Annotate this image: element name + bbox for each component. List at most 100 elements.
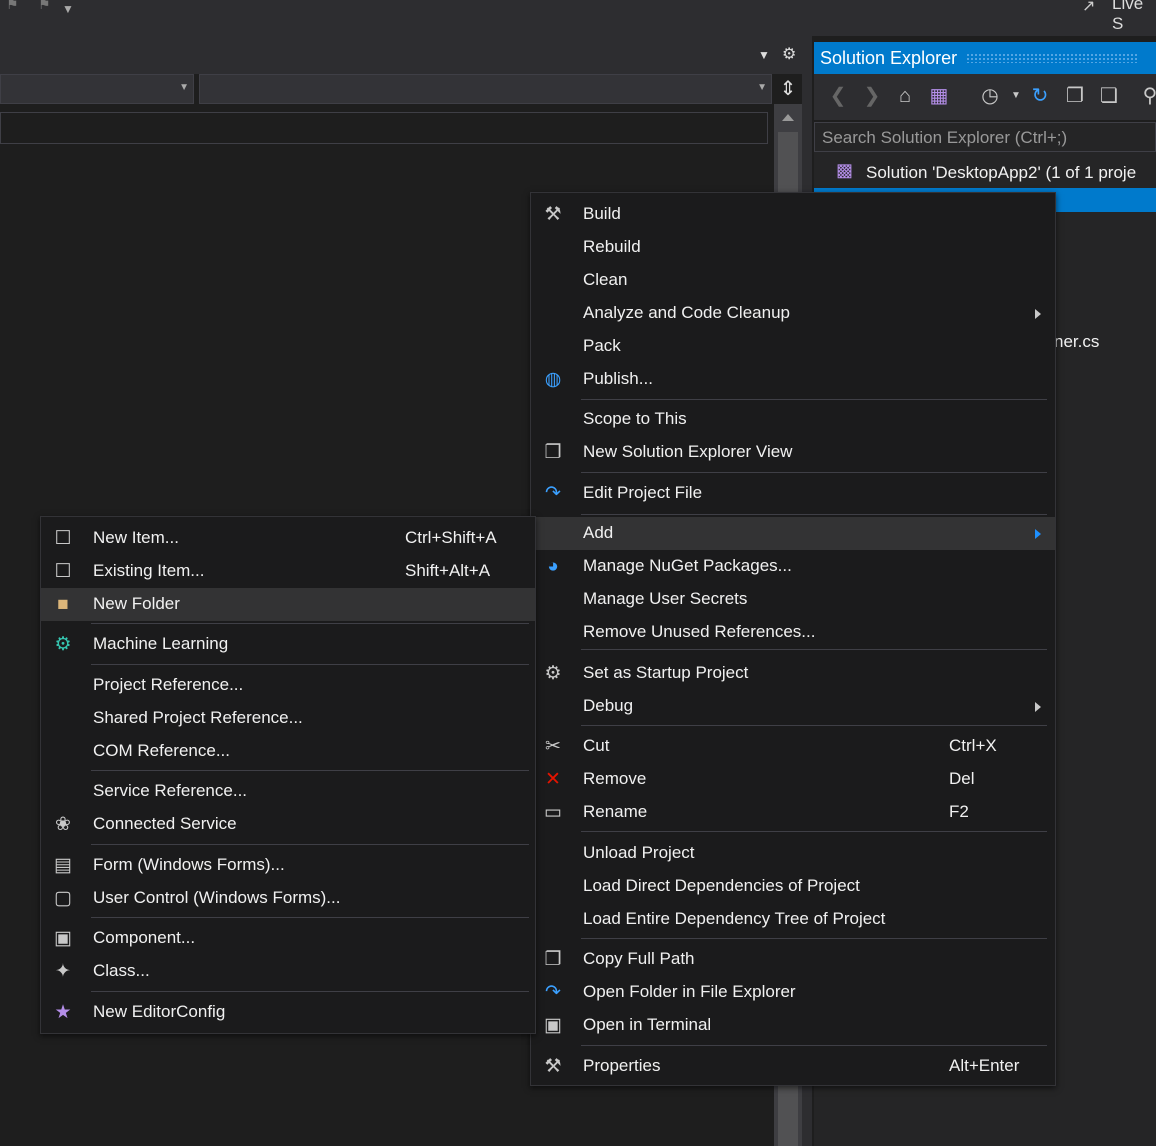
menu-item-label: Remove Unused References... (583, 622, 816, 641)
split-icon[interactable]: ⇕ (775, 76, 801, 104)
menu-item-new-solution-explorer-view[interactable]: ❐ New Solution Explorer View (531, 436, 1055, 469)
menu-item-pack[interactable]: Pack (531, 330, 1055, 363)
menu-item-manage-nuget-packages[interactable]: ◕ Manage NuGet Packages... (531, 550, 1055, 583)
back-icon[interactable]: ❮ (826, 84, 850, 108)
switch-views-icon[interactable]: ▦ (927, 84, 951, 108)
menu-item-com-reference[interactable]: COM Reference... (41, 735, 535, 768)
menu-item-component[interactable]: ▣ Component... (41, 922, 535, 955)
menu-item-machine-learning[interactable]: ⚙ Machine Learning (41, 628, 535, 661)
tree-file-label[interactable]: ner.cs (1054, 332, 1099, 352)
dropdown-icon[interactable]: ▼ (62, 2, 74, 16)
menu-item-rebuild[interactable]: Rebuild (531, 231, 1055, 264)
menu-item-new-editorconfig[interactable]: ★ New EditorConfig (41, 996, 535, 1029)
nuget-icon: ◕ (547, 556, 559, 577)
solution-explorer-title: Solution Explorer (820, 48, 958, 68)
menu-separator (91, 917, 529, 918)
solution-explorer-titlebar[interactable]: Solution Explorer (814, 42, 1156, 74)
shortcut-label: Ctrl+Shift+A (405, 528, 497, 547)
menu-item-form-windows-forms[interactable]: ▤ Form (Windows Forms)... (41, 849, 535, 882)
menu-item-label: Connected Service (93, 814, 237, 833)
gear-icon[interactable]: ⚙ (782, 44, 796, 64)
red-x-icon: ✕ (545, 769, 561, 790)
menu-item-user-control-windows-forms[interactable]: ▢ User Control (Windows Forms)... (41, 882, 535, 915)
menu-separator (581, 472, 1047, 473)
menu-separator (581, 1045, 1047, 1046)
bookmark-icon[interactable]: ⚑ (38, 0, 51, 13)
forward-icon[interactable]: ❯ (860, 84, 884, 108)
menu-item-properties[interactable]: ⚒ Properties Alt+Enter (531, 1050, 1055, 1083)
properties-wrench-icon[interactable]: ⚲ (1138, 84, 1156, 108)
menu-separator (91, 991, 529, 992)
connected-service-icon: ❀ (55, 814, 71, 835)
collapse-all-icon[interactable]: ❐ (1063, 84, 1087, 108)
menu-item-connected-service[interactable]: ❀ Connected Service (41, 808, 535, 841)
menu-item-label: New Solution Explorer View (583, 442, 793, 461)
menu-item-label: Existing Item... (93, 561, 205, 580)
menu-item-rename[interactable]: ▭ Rename F2 (531, 796, 1055, 829)
menu-item-label: Build (583, 204, 621, 223)
new-folder-icon: ■ (57, 594, 69, 615)
menu-item-label: Publish... (583, 369, 653, 388)
new-item-icon: ☐ (54, 528, 72, 549)
chevron-down-icon[interactable]: ▼ (1004, 84, 1028, 108)
menu-item-clean[interactable]: Clean (531, 264, 1055, 297)
add-submenu: ☐ New Item... Ctrl+Shift+A ☐ Existing Item..… (40, 516, 536, 1034)
menu-separator (581, 938, 1047, 939)
submenu-arrow-icon (1035, 702, 1041, 712)
menu-item-debug[interactable]: Debug (531, 690, 1055, 723)
menu-separator (581, 649, 1047, 650)
menu-item-copy-full-path[interactable]: ❐ Copy Full Path (531, 943, 1055, 976)
menu-item-service-reference[interactable]: Service Reference... (41, 775, 535, 808)
menu-item-load-direct-dependencies-of-project[interactable]: Load Direct Dependencies of Project (531, 870, 1055, 903)
menu-item-shared-project-reference[interactable]: Shared Project Reference... (41, 702, 535, 735)
type-dropdown[interactable]: ▼ (0, 74, 194, 104)
menu-separator (91, 844, 529, 845)
menu-item-load-entire-dependency-tree-of-project[interactable]: Load Entire Dependency Tree of Project (531, 903, 1055, 936)
tree-row-solution[interactable]: ▩ Solution 'DesktopApp2' (1 of 1 proje (814, 158, 1156, 188)
scroll-up-icon[interactable] (782, 114, 794, 121)
pending-changes-icon[interactable]: ◷ (978, 84, 1002, 108)
menu-item-set-as-startup-project[interactable]: ⚙ Set as Startup Project (531, 657, 1055, 690)
menu-item-add[interactable]: Add (531, 517, 1055, 550)
menu-item-new-folder[interactable]: ■ New Folder (41, 588, 535, 621)
home-icon[interactable]: ⌂ (893, 84, 917, 108)
menu-item-build[interactable]: ⚒ Build (531, 198, 1055, 231)
menu-item-label: Clean (583, 270, 628, 289)
solution-explorer-search[interactable]: Search Solution Explorer (Ctrl+;) (814, 122, 1156, 152)
show-all-files-icon[interactable]: ❏ (1097, 84, 1121, 108)
menu-item-label: Open in Terminal (583, 1015, 712, 1034)
menu-item-label: Debug (583, 696, 634, 715)
menu-item-label: User Control (Windows Forms)... (93, 888, 341, 907)
copy-icon: ❐ (544, 949, 562, 970)
existing-item-icon: ☐ (54, 561, 72, 582)
menu-item-remove-unused-references[interactable]: Remove Unused References... (531, 616, 1055, 649)
project-context-menu: ⚒ Build Rebuild Clean Analyze and Code Clean… (530, 192, 1056, 1086)
menu-item-class[interactable]: ✦ Class... (41, 955, 535, 988)
live-share-icon[interactable]: ↗ (1082, 0, 1095, 16)
live-share-label[interactable]: Live S (1112, 0, 1156, 34)
redo-arrow-icon: ↷ (545, 982, 561, 1003)
menu-item-scope-to-this[interactable]: Scope to This (531, 403, 1055, 436)
gear-icon: ⚙ (544, 663, 562, 684)
menu-item-existing-item[interactable]: ☐ Existing Item... Shift+Alt+A (41, 555, 535, 588)
menu-separator (91, 623, 529, 624)
menu-item-open-folder-in-file-explorer[interactable]: ↷ Open Folder in File Explorer (531, 976, 1055, 1009)
menu-item-publish[interactable]: ◍ Publish... (531, 363, 1055, 396)
menu-item-remove[interactable]: ✕ Remove Del (531, 763, 1055, 796)
bookmark-icon[interactable]: ⚑ (6, 0, 19, 13)
menu-item-edit-project-file[interactable]: ↷ Edit Project File (531, 477, 1055, 510)
menu-item-project-reference[interactable]: Project Reference... (41, 669, 535, 702)
menu-item-analyze-and-code-cleanup[interactable]: Analyze and Code Cleanup (531, 297, 1055, 330)
solution-icon: ▩ (836, 160, 854, 180)
menu-item-cut[interactable]: ✂ Cut Ctrl+X (531, 730, 1055, 763)
menu-item-label: Cut (583, 736, 610, 755)
member-dropdown[interactable]: ▼ (199, 74, 772, 104)
menu-item-manage-user-secrets[interactable]: Manage User Secrets (531, 583, 1055, 616)
window-dropdown-icon[interactable]: ▼ (758, 48, 770, 62)
menu-item-unload-project[interactable]: Unload Project (531, 837, 1055, 870)
menu-item-open-in-terminal[interactable]: ▣ Open in Terminal (531, 1009, 1055, 1042)
menu-item-new-item[interactable]: ☐ New Item... Ctrl+Shift+A (41, 522, 535, 555)
menu-item-label: Component... (93, 928, 196, 947)
menu-item-label: Rename (583, 802, 648, 821)
sync-icon[interactable]: ↻ (1028, 84, 1052, 108)
